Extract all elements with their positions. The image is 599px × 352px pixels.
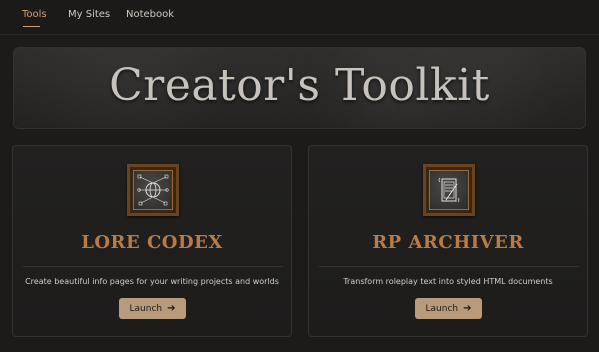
nav-tab-my-sites[interactable]: My Sites bbox=[68, 9, 110, 20]
card-title: RP ARCHIVER bbox=[372, 232, 524, 253]
document-scroll-icon-graphic bbox=[438, 177, 460, 203]
launch-button[interactable]: Launch ➔ bbox=[119, 298, 186, 319]
card-title: LORE CODEX bbox=[81, 232, 223, 253]
arrow-right-icon: ➔ bbox=[463, 302, 472, 314]
arrow-right-icon: ➔ bbox=[167, 302, 176, 314]
page-title: Creator's Toolkit bbox=[109, 60, 490, 111]
top-nav: Tools My Sites Notebook bbox=[0, 0, 599, 35]
tool-card-lore-codex: LORE CODEX Create beautiful info pages f… bbox=[12, 145, 292, 337]
tool-card-rp-archiver: RP ARCHIVER Transform roleplay text into… bbox=[308, 145, 588, 337]
card-description: Transform roleplay text into styled HTML… bbox=[343, 277, 553, 286]
nav-tab-notebook[interactable]: Notebook bbox=[126, 9, 174, 20]
document-scroll-icon bbox=[423, 164, 475, 216]
card-description: Create beautiful info pages for your wri… bbox=[25, 277, 279, 286]
launch-button-label: Launch bbox=[425, 303, 459, 314]
nav-active-indicator bbox=[23, 26, 40, 27]
launch-button-label: Launch bbox=[129, 303, 163, 314]
nav-tab-tools[interactable]: Tools bbox=[22, 9, 47, 20]
globe-network-icon-graphic bbox=[137, 174, 169, 206]
globe-network-icon bbox=[127, 164, 179, 216]
card-divider bbox=[319, 266, 579, 267]
card-divider bbox=[23, 266, 283, 267]
launch-button[interactable]: Launch ➔ bbox=[415, 298, 482, 319]
hero-banner: Creator's Toolkit bbox=[13, 47, 586, 129]
